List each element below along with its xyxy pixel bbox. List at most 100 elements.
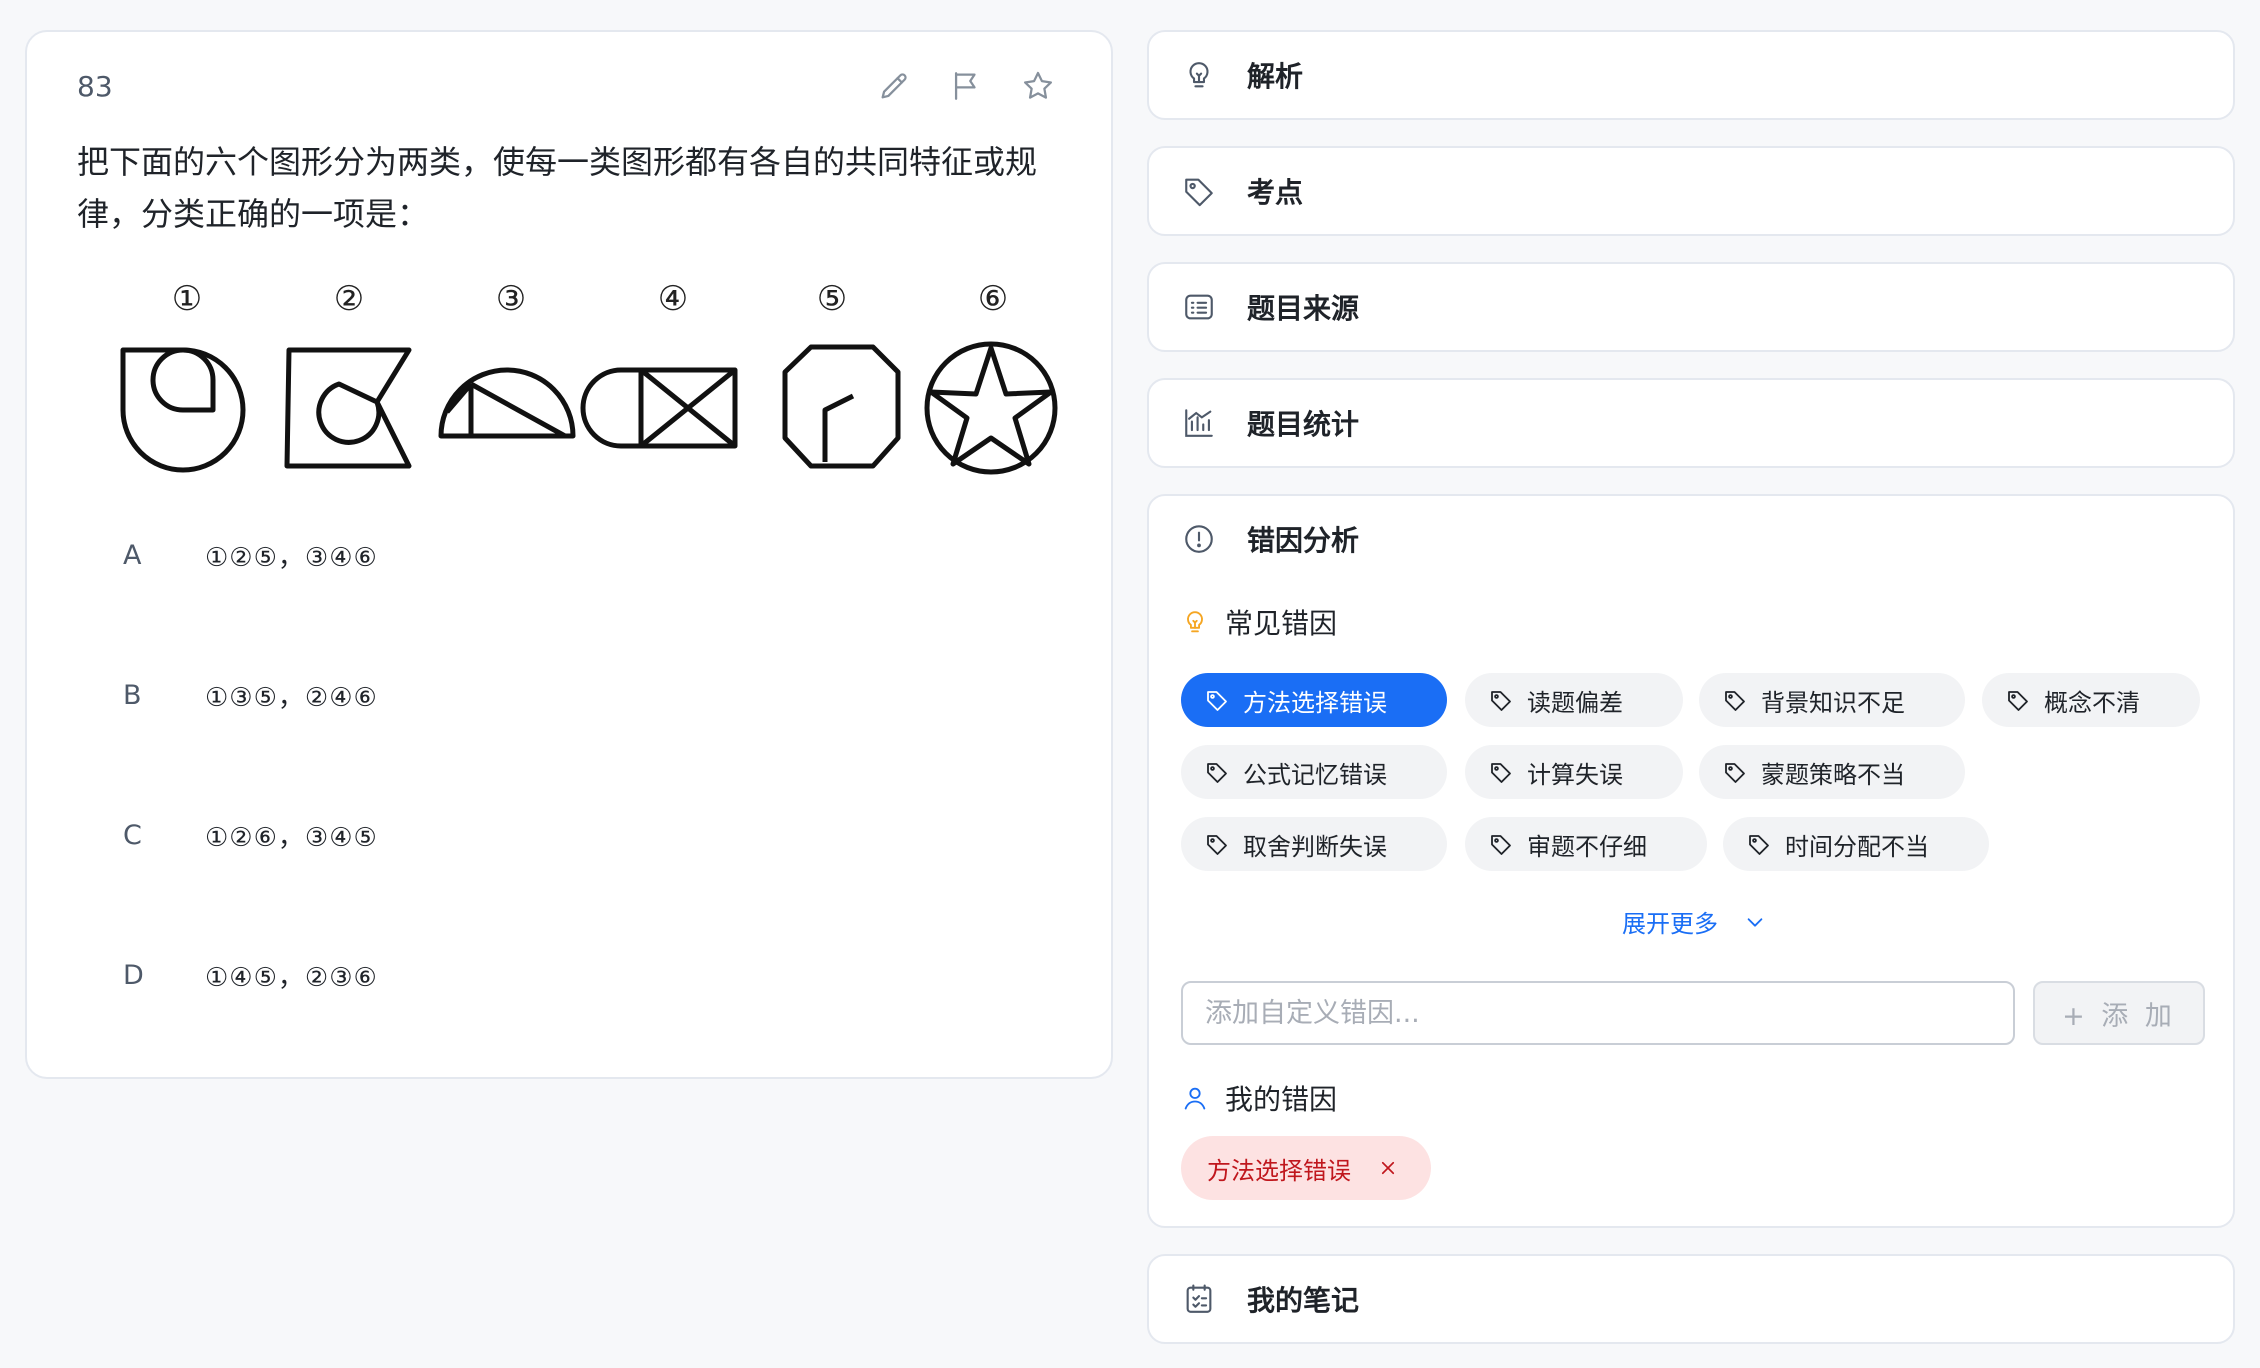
star-button[interactable] (1020, 68, 1056, 104)
figure-shape-1 (120, 347, 246, 473)
panel-error-analysis: 错因分析 常见错因 方法选择错误 读题偏差 背景知识不足 概念不清 公式记忆错误… (1147, 494, 2235, 1228)
panel-source-title: 题目来源 (1247, 292, 1360, 325)
option-letter: D (123, 959, 144, 991)
error-tag[interactable]: 概念不清 (1982, 673, 2200, 727)
error-tag-label: 读题偏差 (1527, 688, 1623, 717)
panel-error-analysis-header[interactable]: 错因分析 (1149, 496, 2233, 582)
tag-icon (1491, 691, 1511, 711)
option-text: ①④⑤，②③⑥ (205, 962, 378, 993)
tag-icon (1725, 691, 1745, 711)
tag-icon (1725, 763, 1745, 783)
figure-label-1: ① (172, 279, 202, 319)
bulb-icon (1187, 611, 1203, 633)
option-letter: A (123, 539, 142, 571)
figure-shape-3 (438, 367, 576, 439)
my-errors-label: 我的错因 (1225, 1083, 1338, 1116)
custom-error-input[interactable] (1181, 981, 2015, 1045)
error-tag-label: 概念不清 (2044, 688, 2140, 717)
question-card: 83 把下面的六个图形分为两类，使每一类图形都有各自的共同特征或规律，分类正确的… (25, 30, 1113, 1079)
panel-analysis: 解析 (1147, 30, 2235, 120)
error-tag[interactable]: 公式记忆错误 (1181, 745, 1447, 799)
common-errors-title: 常见错因 (1181, 602, 1337, 642)
user-icon (1184, 1087, 1206, 1110)
error-tag[interactable]: 取舍判断失误 (1181, 817, 1447, 871)
figure-shape-5 (782, 344, 901, 469)
panel-analysis-header[interactable]: 解析 (1149, 32, 2233, 118)
figure-shape-2 (284, 347, 412, 469)
tag-icon (1491, 763, 1511, 783)
option-text: ①②⑤，③④⑥ (205, 542, 378, 573)
panel-key-points: 考点 (1147, 146, 2235, 236)
panel-analysis-title: 解析 (1247, 60, 1304, 93)
tag-icon (2008, 691, 2028, 711)
option-b[interactable]: B ①③⑤，②④⑥ (107, 660, 1047, 730)
error-tag-label: 背景知识不足 (1761, 688, 1905, 717)
bar-chart-icon (1181, 405, 1217, 441)
error-tag-label: 计算失误 (1527, 760, 1623, 789)
error-tag[interactable]: 计算失误 (1465, 745, 1683, 799)
panel-notes-header[interactable]: 我的笔记 (1149, 1256, 2233, 1342)
error-tag[interactable]: 时间分配不当 (1723, 817, 1989, 871)
figure-label-3: ③ (496, 279, 526, 319)
error-tag[interactable]: 蒙题策略不当 (1699, 745, 1965, 799)
error-tag-label: 取舍判断失误 (1243, 832, 1387, 861)
panel-source-header[interactable]: 题目来源 (1149, 264, 2233, 350)
option-letter: C (123, 819, 142, 851)
flag-icon (954, 72, 976, 100)
list-icon (1181, 289, 1217, 325)
option-d[interactable]: D ①④⑤，②③⑥ (107, 940, 1047, 1010)
close-icon (1381, 1161, 1395, 1175)
panel-notes: 我的笔记 (1147, 1254, 2235, 1344)
option-c[interactable]: C ①②⑥，③④⑤ (107, 800, 1047, 870)
error-tag-label: 蒙题策略不当 (1761, 760, 1905, 789)
expand-more-button[interactable]: 展开更多 (1622, 904, 1766, 939)
question-figure: ① ② ③ ④ ⑤ ⑥ (85, 272, 1065, 482)
my-error-tag-label: 方法选择错误 (1207, 1156, 1351, 1185)
panel-stats-title: 题目统计 (1247, 408, 1360, 441)
error-tag[interactable]: 读题偏差 (1465, 673, 1683, 727)
tag-icon (1749, 835, 1769, 855)
star-icon (1023, 71, 1053, 99)
panel-source: 题目来源 (1147, 262, 2235, 352)
common-errors-label: 常见错因 (1225, 607, 1338, 640)
figure-label-6: ⑥ (978, 279, 1008, 319)
expand-more-label: 展开更多 (1622, 910, 1718, 938)
figure-label-2: ② (334, 279, 364, 319)
tag-icon (1207, 763, 1227, 783)
option-letter: B (123, 679, 142, 711)
panel-key-points-title: 考点 (1247, 176, 1304, 209)
error-tag-label: 时间分配不当 (1785, 832, 1929, 861)
error-tag-label: 审题不仔细 (1527, 832, 1647, 861)
add-error-button[interactable]: + 添 加 (2033, 981, 2205, 1045)
error-tag[interactable]: 审题不仔细 (1465, 817, 1707, 871)
alert-circle-icon (1181, 521, 1217, 557)
figure-shape-6 (924, 341, 1058, 475)
panel-notes-title: 我的笔记 (1247, 1284, 1360, 1317)
tag-icon (1491, 835, 1511, 855)
flag-button[interactable] (948, 68, 984, 104)
figure-label-5: ⑤ (817, 279, 847, 319)
error-tag-label: 方法选择错误 (1243, 688, 1387, 717)
my-errors-title: 我的错因 (1181, 1078, 1337, 1118)
tag-icon (1207, 691, 1227, 711)
question-toolbar (876, 68, 1056, 104)
panel-stats-header[interactable]: 题目统计 (1149, 380, 2233, 466)
option-text: ①③⑤，②④⑥ (205, 682, 378, 713)
bulb-icon (1181, 57, 1217, 93)
error-tag[interactable]: 背景知识不足 (1699, 673, 1965, 727)
panel-key-points-header[interactable]: 考点 (1149, 148, 2233, 234)
edit-button[interactable] (876, 68, 912, 104)
chevron-down-icon (1747, 917, 1763, 927)
figure-label-4: ④ (658, 279, 688, 319)
option-a[interactable]: A ①②⑤，③④⑥ (107, 520, 1047, 590)
panel-error-analysis-title: 错因分析 (1247, 524, 1360, 557)
error-tag-label: 公式记忆错误 (1243, 760, 1387, 789)
option-text: ①②⑥，③④⑤ (205, 822, 378, 853)
error-tag[interactable]: 方法选择错误 (1181, 673, 1447, 727)
edit-icon (881, 73, 907, 99)
figure-shape-4 (580, 367, 738, 449)
my-error-tag: 方法选择错误 (1181, 1136, 1431, 1200)
notes-icon (1181, 1281, 1217, 1317)
question-stem: 把下面的六个图形分为两类，使每一类图形都有各自的共同特征或规律，分类正确的一项是… (77, 143, 1038, 233)
remove-tag-button[interactable] (1379, 1158, 1399, 1178)
